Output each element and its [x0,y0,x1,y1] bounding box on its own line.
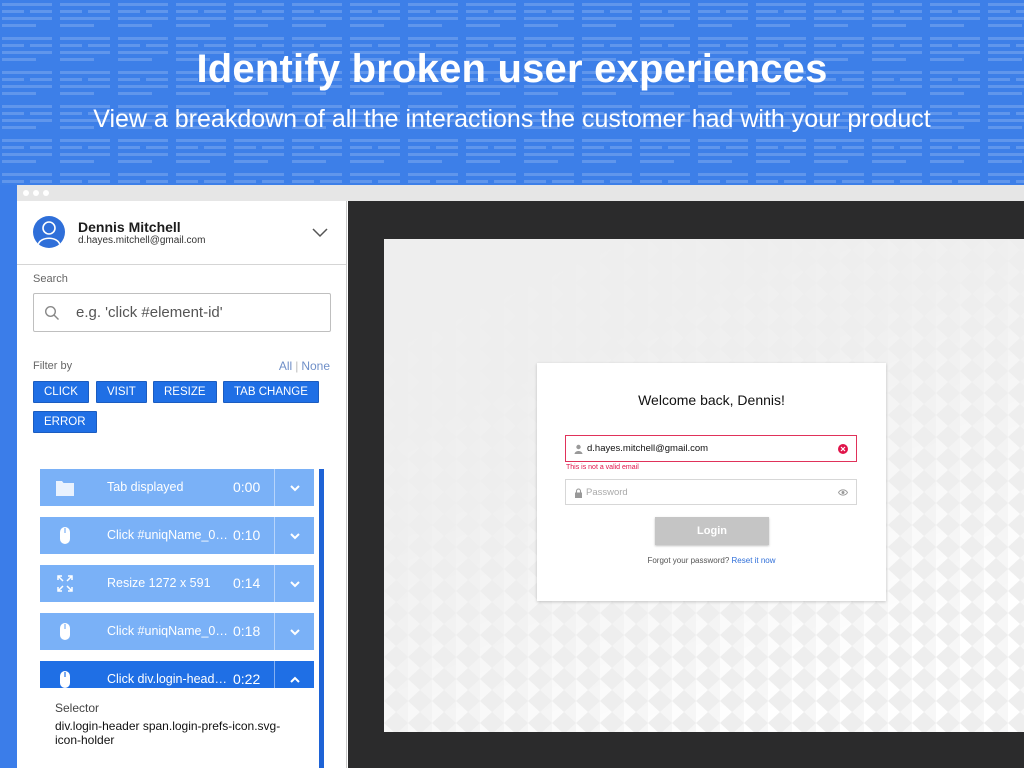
filter-all-link[interactable]: All [279,359,292,373]
filter-toggle-links: All | None [279,359,330,373]
filter-chip-click[interactable]: CLICK [33,381,89,403]
replay-viewport: Welcome back, Dennis! d.hayes.mitchell@g… [384,239,1024,732]
event-divider [274,469,275,506]
email-value: d.hayes.mitchell@gmail.com [587,443,709,454]
event-label: Click #uniqName_0_1 [107,528,229,542]
event-row[interactable]: Click #uniqName_0_1 0:10 [40,517,314,554]
chevron-down-icon[interactable] [289,626,301,638]
search-label: Search [33,273,68,285]
event-row[interactable]: Resize 1272 x 591 0:14 [40,565,314,602]
user-icon [574,444,583,454]
event-time: 0:22 [233,671,261,687]
events-scrollbar[interactable] [319,469,324,768]
event-label: Tab displayed [107,480,184,494]
error-clear-icon[interactable] [838,444,848,454]
password-field [565,479,857,505]
chevron-down-icon[interactable] [309,223,331,241]
login-card: Welcome back, Dennis! d.hayes.mitchell@g… [537,363,886,601]
login-title: Welcome back, Dennis! [638,392,785,408]
user-email: d.hayes.mitchell@gmail.com [78,235,206,246]
event-time: 0:00 [233,479,261,495]
hero-title: Identify broken user experiences [196,47,828,91]
user-header[interactable]: Dennis Mitchell d.hayes.mitchell@gmail.c… [17,201,346,265]
resize-icon [57,575,73,592]
mouse-icon [60,671,70,688]
event-label: Resize 1272 x 591 [107,576,211,590]
eye-icon[interactable] [838,488,848,497]
event-divider [274,517,275,554]
hero-subtitle: View a breakdown of all the interactions… [93,105,931,133]
event-time: 0:14 [233,575,261,591]
password-input[interactable] [586,480,826,504]
filter-label: Filter by [33,360,73,372]
browser-frame: Dennis Mitchell d.hayes.mitchell@gmail.c… [17,185,1024,768]
window-title-bar [17,185,1024,201]
filter-chip-tab-change[interactable]: TAB CHANGE [223,381,319,403]
event-row[interactable]: Tab displayed 0:00 [40,469,314,506]
session-sidebar: Dennis Mitchell d.hayes.mitchell@gmail.c… [17,201,347,768]
chevron-down-icon[interactable] [289,578,301,590]
event-label: Click div.login-header span.login-prefs-… [107,672,229,686]
filter-chip-error[interactable]: ERROR [33,411,97,433]
search-input[interactable] [76,294,326,331]
chevron-down-icon[interactable] [289,530,301,542]
window-dot-icon [23,190,29,196]
window-dot-icon [33,190,39,196]
event-detail-panel: Selector div.login-header span.login-pre… [40,688,314,768]
filter-none-link[interactable]: None [301,359,330,373]
mouse-icon [60,623,70,640]
session-replay-area: Welcome back, Dennis! d.hayes.mitchell@g… [348,201,1024,768]
search-icon [44,305,59,320]
lock-icon [575,488,582,498]
event-time: 0:18 [233,623,261,639]
event-divider [274,613,275,650]
filter-separator: | [295,359,299,373]
chevron-down-icon[interactable] [289,482,301,494]
filter-chip-visit[interactable]: VISIT [96,381,147,403]
filter-chip-resize[interactable]: RESIZE [153,381,217,403]
hero-background-pattern [0,0,1024,185]
user-avatar-icon [33,216,65,248]
window-dot-icon [43,190,49,196]
login-button[interactable]: Login [655,517,769,545]
event-row[interactable]: Click #uniqName_0_1 0:18 [40,613,314,650]
email-field[interactable]: d.hayes.mitchell@gmail.com [565,435,857,462]
user-name: Dennis Mitchell [78,219,181,235]
selector-value: div.login-header span.login-prefs-icon.s… [55,719,281,747]
event-label: Click #uniqName_0_1 [107,624,229,638]
hero-banner: Identify broken user experiences View a … [0,0,1024,185]
tab-icon [56,481,74,496]
chevron-up-icon[interactable] [289,674,301,686]
email-error-message: This is not a valid email [566,464,639,471]
event-divider [274,565,275,602]
mouse-icon [60,527,70,544]
reset-password-link[interactable]: Reset it now [732,556,776,565]
forgot-password-line: Forgot your password? Reset it now [537,556,886,565]
forgot-password-text: Forgot your password? [647,556,730,565]
event-time: 0:10 [233,527,261,543]
selector-label: Selector [55,701,100,715]
search-box [33,293,331,332]
